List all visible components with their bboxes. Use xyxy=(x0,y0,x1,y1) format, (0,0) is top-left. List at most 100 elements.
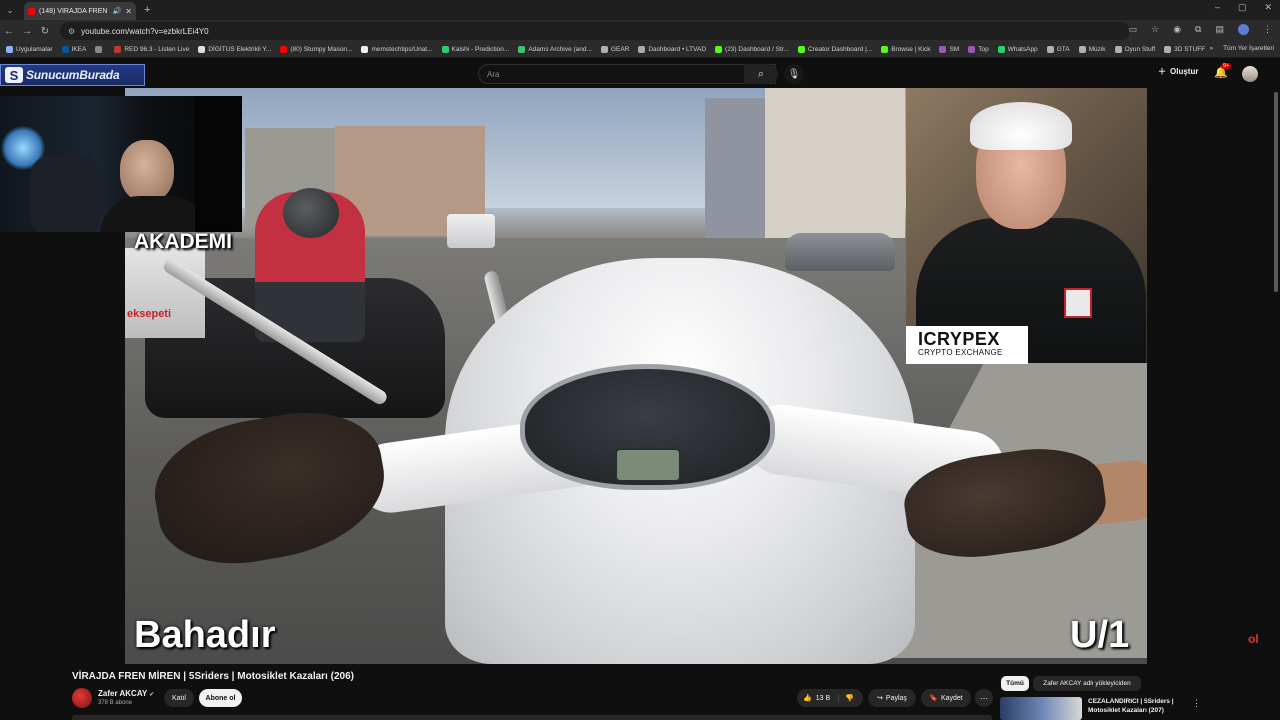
bookmark-item[interactable]: WhatsApp xyxy=(997,46,1038,53)
channel-name[interactable]: Zafer AKCAY ✔ xyxy=(98,689,154,698)
browser-tab-active[interactable]: (148) VİRAJDA FREN MİREN 🔊 ✕ xyxy=(24,2,136,20)
forward-arrow-icon[interactable]: → xyxy=(18,26,36,37)
bookmark-star-icon[interactable]: ☆ xyxy=(1151,24,1159,35)
bookmark-item[interactable]: (23) Dashboard / Str... xyxy=(715,46,789,53)
bookmark-item[interactable]: memstechtips/Unat... xyxy=(361,46,433,53)
bookmark-item[interactable]: Browse | Kick xyxy=(881,46,930,53)
bookmarks-more-icon[interactable]: » xyxy=(1209,45,1213,52)
maximize-icon[interactable]: ▢ xyxy=(1238,2,1247,13)
save-button[interactable]: 🔖 Kaydet xyxy=(921,689,971,707)
thumbs-down-icon: 👎 xyxy=(845,695,854,702)
extensions-puzzle-icon[interactable]: ⧉ xyxy=(1195,24,1201,35)
browser-toolbar: ← → ↻ ⚙ youtube.com/watch?v=ezbkrLEi4Y0 … xyxy=(0,20,1280,42)
bookmark-item[interactable]: DİGİTUS Elektrikli Y... xyxy=(198,46,271,53)
video-helmet xyxy=(283,188,339,238)
bookmark-favicon-icon xyxy=(441,46,449,53)
bookmark-label: Kalshi - Prediction... xyxy=(451,46,510,53)
like-button[interactable]: 👍 13 B xyxy=(797,694,839,702)
description-box-edge[interactable] xyxy=(72,715,992,720)
search-icon[interactable]: ⌕ xyxy=(744,64,778,84)
video-bus xyxy=(447,214,495,248)
bookmarks-overflow: » Tüm Yer İşaretleri xyxy=(1209,45,1274,52)
bookmark-item[interactable]: Creator Dashboard |... xyxy=(797,46,872,53)
browser-menu-icon[interactable]: ⋮ xyxy=(1263,24,1272,35)
bookmark-favicon-icon xyxy=(1164,46,1172,53)
bookmark-item[interactable]: Müzik xyxy=(1078,46,1106,53)
bookmark-favicon-icon xyxy=(881,46,889,53)
tab-search-icon[interactable]: ⌄ xyxy=(0,0,20,20)
guest-webcam xyxy=(906,88,1147,363)
bookmark-item[interactable] xyxy=(95,46,105,53)
recommendation-title[interactable]: CEZALANDIRICI | 5Sriders | Motosiklet Ka… xyxy=(1088,697,1188,715)
new-tab-icon[interactable]: + xyxy=(144,4,150,16)
sunucum-burada-logo: S SunucumBurada xyxy=(0,64,145,86)
bookmark-item[interactable]: GEAR xyxy=(600,46,629,53)
join-button[interactable]: Katıl xyxy=(164,689,194,707)
bookmark-favicon-icon xyxy=(114,46,122,53)
bookmark-label: (80) Stumpy Mason... xyxy=(290,46,353,53)
bookmark-favicon-icon xyxy=(1078,46,1086,53)
dislike-button[interactable]: 👎 xyxy=(839,694,854,702)
bookmark-item[interactable]: RED 96.3 - Listen Live xyxy=(114,46,189,53)
create-button[interactable]: ＋ Oluştur xyxy=(1158,66,1198,77)
bookmark-item[interactable]: Kalshi - Prediction... xyxy=(441,46,510,53)
bookmark-favicon-icon xyxy=(198,46,206,53)
bookmark-item[interactable]: IKEA xyxy=(61,46,86,53)
extension-icon[interactable]: ◉ xyxy=(1173,24,1181,35)
bookmark-label: WhatsApp xyxy=(1007,46,1038,53)
bookmark-item[interactable]: (80) Stumpy Mason... xyxy=(280,46,352,53)
bookmark-label: Browse | Kick xyxy=(891,46,931,53)
bookmark-label: GTA xyxy=(1056,46,1070,53)
chip-all[interactable]: Tümü xyxy=(1001,676,1029,691)
bookmark-favicon-icon xyxy=(600,46,608,53)
account-avatar[interactable] xyxy=(1242,66,1258,82)
bookmark-label: Top xyxy=(978,46,989,53)
share-button[interactable]: ↪ Paylaş xyxy=(868,689,916,707)
bookmark-label: DİGİTUS Elektrikli Y... xyxy=(208,46,272,53)
reload-icon[interactable]: ↻ xyxy=(36,26,54,37)
bookmark-item[interactable]: Top xyxy=(968,46,989,53)
page-scrollbar[interactable] xyxy=(1274,92,1278,292)
rider-name-caption: Bahadır xyxy=(134,614,276,656)
recommendation-thumbnail[interactable] xyxy=(1000,697,1082,720)
bookmark-label: Dashboard • LTVAD xyxy=(648,46,707,53)
cast-icon[interactable]: ▭ xyxy=(1129,24,1138,35)
channel-avatar[interactable] xyxy=(72,688,92,708)
bookmark-item[interactable]: SM xyxy=(939,46,959,53)
site-info-icon[interactable]: ⚙ xyxy=(68,27,75,36)
bookmark-favicon-icon xyxy=(518,46,526,53)
subscribe-button[interactable]: Abone ol xyxy=(199,689,242,707)
chip-from-uploader[interactable]: Zafer AKCAY adlı yükleyiciden xyxy=(1033,676,1141,691)
bookmark-item[interactable]: 3D STUFF xyxy=(1164,46,1205,53)
window-close-icon[interactable]: ✕ xyxy=(1264,2,1272,13)
bookmark-favicon-icon xyxy=(638,46,646,53)
address-bar[interactable]: ⚙ youtube.com/watch?v=ezbkrLEi4Y0 xyxy=(60,22,1130,40)
sidepanel-icon[interactable]: ▤ xyxy=(1215,24,1224,35)
sponsor-tagline: CRYPTO EXCHANGE xyxy=(918,348,1003,357)
courier-brand-text: eksepeti xyxy=(127,308,172,320)
bookmark-favicon-icon xyxy=(1046,46,1054,53)
bookmark-item[interactable]: GTA xyxy=(1046,46,1070,53)
bookmark-favicon-icon xyxy=(280,46,288,53)
bookmark-item[interactable]: Dashboard • LTVAD xyxy=(638,46,706,53)
minimize-icon[interactable]: – xyxy=(1215,2,1220,13)
webcam-chair xyxy=(30,156,100,232)
search-input[interactable]: Ara xyxy=(478,64,776,84)
share-arrow-icon: ↪ xyxy=(877,695,883,702)
all-bookmarks-folder[interactable]: Tüm Yer İşaretleri xyxy=(1223,45,1274,52)
bookmark-item[interactable]: Oyun Stuff xyxy=(1114,46,1155,53)
microphone-icon[interactable]: 🎙 xyxy=(784,64,804,84)
tab-close-icon[interactable]: ✕ xyxy=(125,7,132,16)
browser-profile-avatar[interactable] xyxy=(1238,24,1249,35)
bookmarks-bar: Uygulamalar IKEA RED 96.3 - Listen Live DİG… xyxy=(0,42,1280,58)
more-actions-icon[interactable]: ⋯ xyxy=(975,689,993,707)
audio-playing-icon[interactable]: 🔊 xyxy=(113,7,122,15)
guest-hair xyxy=(970,102,1072,150)
recommendation-menu-icon[interactable]: ⋮ xyxy=(1192,698,1201,709)
bookmark-item[interactable]: Uygulamalar xyxy=(6,46,53,53)
bookmark-item[interactable]: Adams Archive (and... xyxy=(518,46,592,53)
bookmark-label: memstechtips/Unat... xyxy=(371,46,433,53)
back-arrow-icon[interactable]: ← xyxy=(0,26,18,37)
notifications-bell-icon[interactable]: 🔔 9+ xyxy=(1214,63,1232,79)
url-text: youtube.com/watch?v=ezbkrLEi4Y0 xyxy=(81,26,209,36)
